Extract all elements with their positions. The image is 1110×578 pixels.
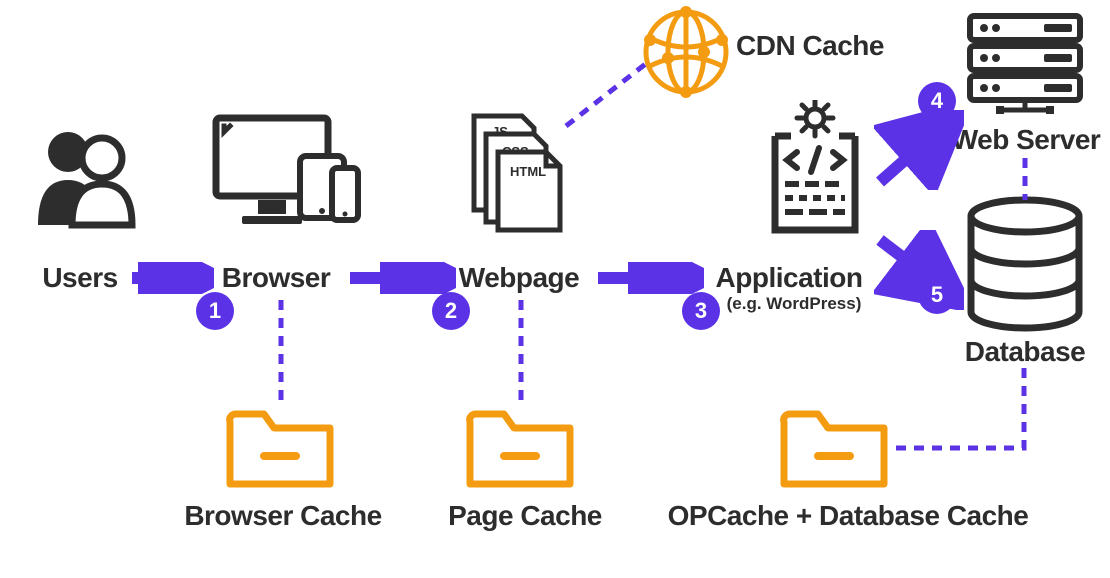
- arrow-app-webserver: [874, 110, 964, 190]
- page-cache-folder-icon: [460, 398, 580, 503]
- browser-label: Browser: [216, 262, 336, 294]
- arrow-users-browser: [128, 262, 214, 294]
- dash-webserver-database: [1020, 158, 1030, 200]
- dash-webpage-cdn: [558, 54, 658, 134]
- file-html-text: HTML: [510, 164, 546, 179]
- database-icon: [960, 196, 1090, 341]
- users-label: Users: [30, 262, 130, 294]
- users-icon: [30, 120, 150, 235]
- badge-4: 4: [918, 82, 956, 120]
- webserver-label: Web Server: [946, 124, 1106, 156]
- opdb-cache-folder-icon: [774, 398, 894, 503]
- page-cache-label: Page Cache: [440, 500, 610, 532]
- dash-database-opdbcache: [892, 368, 1032, 458]
- cdn-label: CDN Cache: [736, 30, 884, 62]
- arrow-browser-webpage: [346, 262, 456, 294]
- badge-3: 3: [682, 292, 720, 330]
- dash-page-cache: [516, 300, 526, 404]
- dash-browser-cache: [276, 300, 286, 404]
- badge-2: 2: [432, 292, 470, 330]
- browser-devices-icon: [210, 112, 365, 237]
- badge-5: 5: [918, 276, 956, 314]
- opdb-cache-label: OPCache + Database Cache: [658, 500, 1038, 532]
- database-label: Database: [960, 336, 1090, 368]
- webserver-icon: [960, 10, 1090, 125]
- webpage-label: Webpage: [454, 262, 584, 294]
- application-label: Application: [704, 262, 874, 294]
- arrow-webpage-application: [594, 262, 704, 294]
- application-code-icon: [755, 100, 875, 245]
- badge-1: 1: [196, 292, 234, 330]
- browser-cache-folder-icon: [220, 398, 340, 503]
- browser-cache-label: Browser Cache: [178, 500, 388, 532]
- application-sublabel: (e.g. WordPress): [724, 294, 864, 314]
